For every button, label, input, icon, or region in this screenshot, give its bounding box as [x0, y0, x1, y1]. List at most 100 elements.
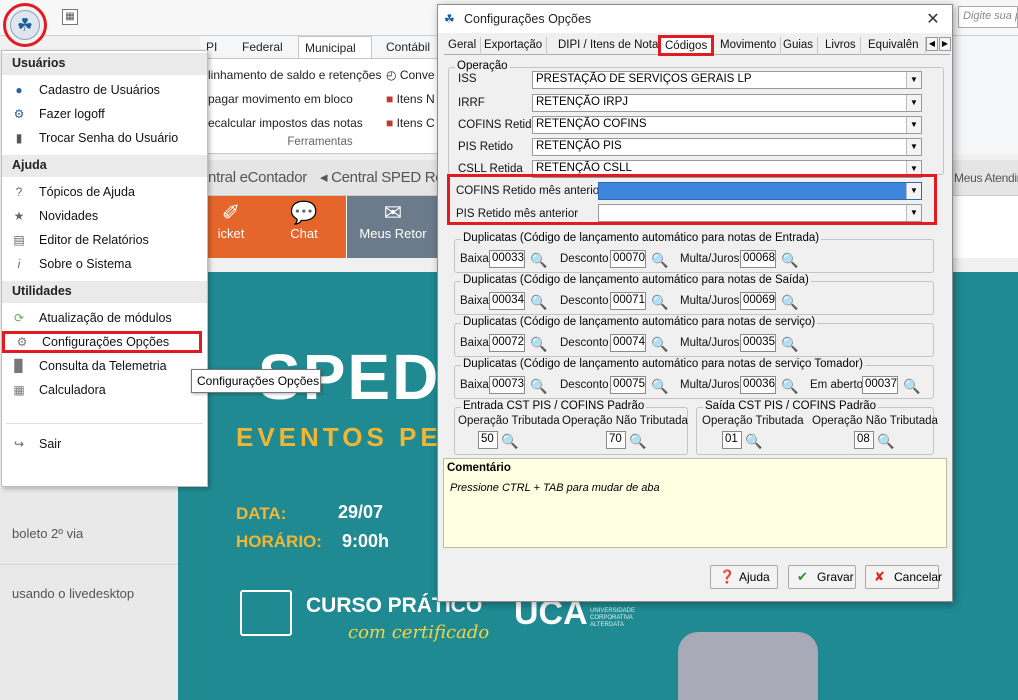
tab-equivalencia[interactable]: Equivalên: [864, 37, 926, 55]
iss-select-value: PRESTAÇÃO DE SERVIÇOS GERAIS LP: [536, 73, 752, 85]
search-icon[interactable]: 🔍: [876, 431, 896, 451]
tile-meus-retornos[interactable]: ✉ Meus Retor: [347, 196, 439, 258]
search-icon[interactable]: 🔍: [902, 376, 922, 396]
menu-item-fazer-logoff[interactable]: ⚙ Fazer logoff: [2, 103, 207, 125]
search-input[interactable]: Digite sua p: [958, 6, 1018, 28]
dup-tomador-desconto-input[interactable]: 00075: [610, 376, 646, 394]
irrf-select-value: RETENÇÃO IRPJ: [536, 96, 629, 108]
grid-icon[interactable]: ▦: [62, 9, 78, 25]
search-icon[interactable]: 🔍: [529, 334, 549, 354]
menu-item-novidades[interactable]: ★ Novidades: [2, 205, 207, 227]
cst-saida-title: Saída CST PIS / COFINS Padrão: [703, 400, 879, 412]
comment-panel: Comentário Pressione CTRL + TAB para mud…: [443, 458, 947, 548]
tab-livros[interactable]: Livros: [821, 37, 861, 55]
cancel-button[interactable]: ✘ Cancelar: [865, 565, 942, 589]
menu-item-consulta-telemetria[interactable]: ▉ Consulta da Telemetria: [2, 355, 207, 377]
dup-tomador-baixa-input[interactable]: 00073: [489, 376, 525, 394]
tab-meus-atendimentos[interactable]: Meus Atendin: [954, 160, 1018, 196]
dup-tomador-multa-input[interactable]: 00036: [740, 376, 776, 394]
cst-saida-nao-trib-input[interactable]: 08: [854, 431, 874, 449]
ribbon-item-itens-n[interactable]: ■ Itens N: [386, 92, 435, 106]
help-icon: ?: [15, 185, 23, 199]
tab-geral[interactable]: Geral: [444, 37, 482, 55]
chevron-down-icon: ▼: [906, 139, 921, 155]
app-menu-button[interactable]: ☘: [3, 3, 47, 47]
dup-entrada-multa-input[interactable]: 00068: [740, 250, 776, 268]
ribbon-tab-municipal[interactable]: Municipal: [298, 36, 372, 58]
tab-central-sped[interactable]: ◂ Central SPED Rei: [320, 160, 447, 196]
dup-saida-baixa-input[interactable]: 00034: [489, 292, 525, 310]
search-icon[interactable]: 🔍: [780, 334, 800, 354]
cst-entrada-op-trib-label: Operação Tributada: [458, 415, 560, 427]
menu-item-configuracoes-opcoes[interactable]: ⚙ Configurações Opções: [2, 331, 202, 353]
menu-item-cadastro-usuarios[interactable]: ● Cadastro de Usuários: [2, 79, 207, 101]
multa-label: Multa/Juros: [680, 253, 740, 265]
dup-entrada-desconto-input[interactable]: 00070: [610, 250, 646, 268]
left-panel-item-boleto[interactable]: boleto 2º via: [12, 526, 83, 541]
tab-scroll-left-icon[interactable]: ◀: [926, 37, 938, 51]
search-icon[interactable]: 🔍: [529, 376, 549, 396]
dup-saida-multa-input[interactable]: 00069: [740, 292, 776, 310]
left-panel-item-livedesktop[interactable]: usando o livedesktop: [12, 586, 134, 601]
tab-exportacao[interactable]: Exportação: [480, 37, 548, 55]
menu-item-sair[interactable]: ↪ Sair: [2, 433, 207, 455]
search-icon[interactable]: 🔍: [650, 250, 670, 270]
menu-section-utilidades: Utilidades: [2, 281, 207, 303]
close-icon[interactable]: ✕: [918, 9, 948, 31]
iss-select[interactable]: PRESTAÇÃO DE SERVIÇOS GERAIS LP ▼: [532, 71, 922, 89]
search-icon[interactable]: 🔍: [628, 431, 648, 451]
star-icon: ★: [13, 209, 25, 223]
person-image: [678, 632, 818, 700]
menu-item-trocar-senha[interactable]: ▮ Trocar Senha do Usuário: [2, 127, 207, 149]
menu-item-topicos-ajuda[interactable]: ? Tópicos de Ajuda: [2, 181, 207, 203]
search-icon[interactable]: 🔍: [650, 376, 670, 396]
search-icon[interactable]: 🔍: [529, 250, 549, 270]
dup-tomador-aberto-input[interactable]: 00037: [862, 376, 898, 394]
tile-ticket[interactable]: ✐ icket: [200, 196, 262, 258]
search-icon[interactable]: 🔍: [780, 292, 800, 312]
menu-item-editor-relatorios[interactable]: ▤ Editor de Relatórios: [2, 229, 207, 251]
search-icon[interactable]: 🔍: [744, 431, 764, 451]
ribbon-item-apagar[interactable]: pagar movimento em bloco: [208, 92, 353, 106]
menu-item-sobre-sistema[interactable]: i Sobre o Sistema: [2, 253, 207, 275]
search-icon[interactable]: 🔍: [780, 376, 800, 396]
save-button[interactable]: ✔ Gravar: [788, 565, 856, 589]
dup-servico-baixa-input[interactable]: 00072: [489, 334, 525, 352]
dup-saida-desconto-input[interactable]: 00071: [610, 292, 646, 310]
ribbon-item-conve[interactable]: ◴ Conve: [386, 68, 435, 82]
help-button[interactable]: ❓ Ajuda: [710, 565, 778, 589]
search-icon[interactable]: 🔍: [650, 334, 670, 354]
tab-codigos[interactable]: Códigos: [658, 35, 715, 56]
exit-icon: ↪: [13, 437, 25, 451]
dup-servico-multa-input[interactable]: 00035: [740, 334, 776, 352]
ribbon-tab-federal[interactable]: Federal: [236, 36, 289, 58]
cst-saida-trib-input[interactable]: 01: [722, 431, 742, 449]
baixa-label: Baixa: [460, 337, 489, 349]
tab-dipi[interactable]: DIPI / Itens de Nota: [554, 37, 664, 55]
search-icon[interactable]: 🔍: [650, 292, 670, 312]
ribbon-item-alinhamento[interactable]: linhamento de saldo e retenções: [208, 68, 381, 82]
tile-chat[interactable]: 💬 Chat: [262, 196, 346, 258]
tab-scroll-right-icon[interactable]: ▶: [939, 37, 951, 51]
dup-entrada-baixa-input[interactable]: 00033: [489, 250, 525, 268]
tab-movimento[interactable]: Movimento: [716, 37, 782, 55]
cst-entrada-nao-trib-input[interactable]: 70: [606, 431, 626, 449]
search-icon[interactable]: 🔍: [780, 250, 800, 270]
dup-servico-desconto-input[interactable]: 00074: [610, 334, 646, 352]
ribbon-tab-contabil[interactable]: Contábil: [380, 36, 436, 58]
cst-entrada-trib-input[interactable]: 50: [478, 431, 498, 449]
ribbon-item-itens-c[interactable]: ■ Itens C: [386, 116, 435, 130]
search-icon[interactable]: 🔍: [500, 431, 520, 451]
search-icon[interactable]: 🔍: [529, 292, 549, 312]
irrf-select[interactable]: RETENÇÃO IRPJ ▼: [532, 94, 922, 112]
tab-guias[interactable]: Guias: [779, 37, 819, 55]
help-icon: ❓: [719, 569, 736, 584]
tab-central-econtador[interactable]: entral eContador: [200, 160, 307, 196]
ribbon-item-recalcular[interactable]: ecalcular impostos das notas: [208, 116, 363, 130]
multa-label: Multa/Juros: [680, 337, 740, 349]
menu-item-atualizacao-modulos[interactable]: ⟳ Atualização de módulos: [2, 307, 207, 329]
menu-item-label: Tópicos de Ajuda: [39, 185, 135, 199]
pis-retido-select[interactable]: RETENÇÃO PIS ▼: [532, 138, 922, 156]
cofins-retido-select[interactable]: RETENÇÃO COFINS ▼: [532, 116, 922, 134]
menu-item-calculadora[interactable]: ▦ Calculadora: [2, 379, 207, 401]
